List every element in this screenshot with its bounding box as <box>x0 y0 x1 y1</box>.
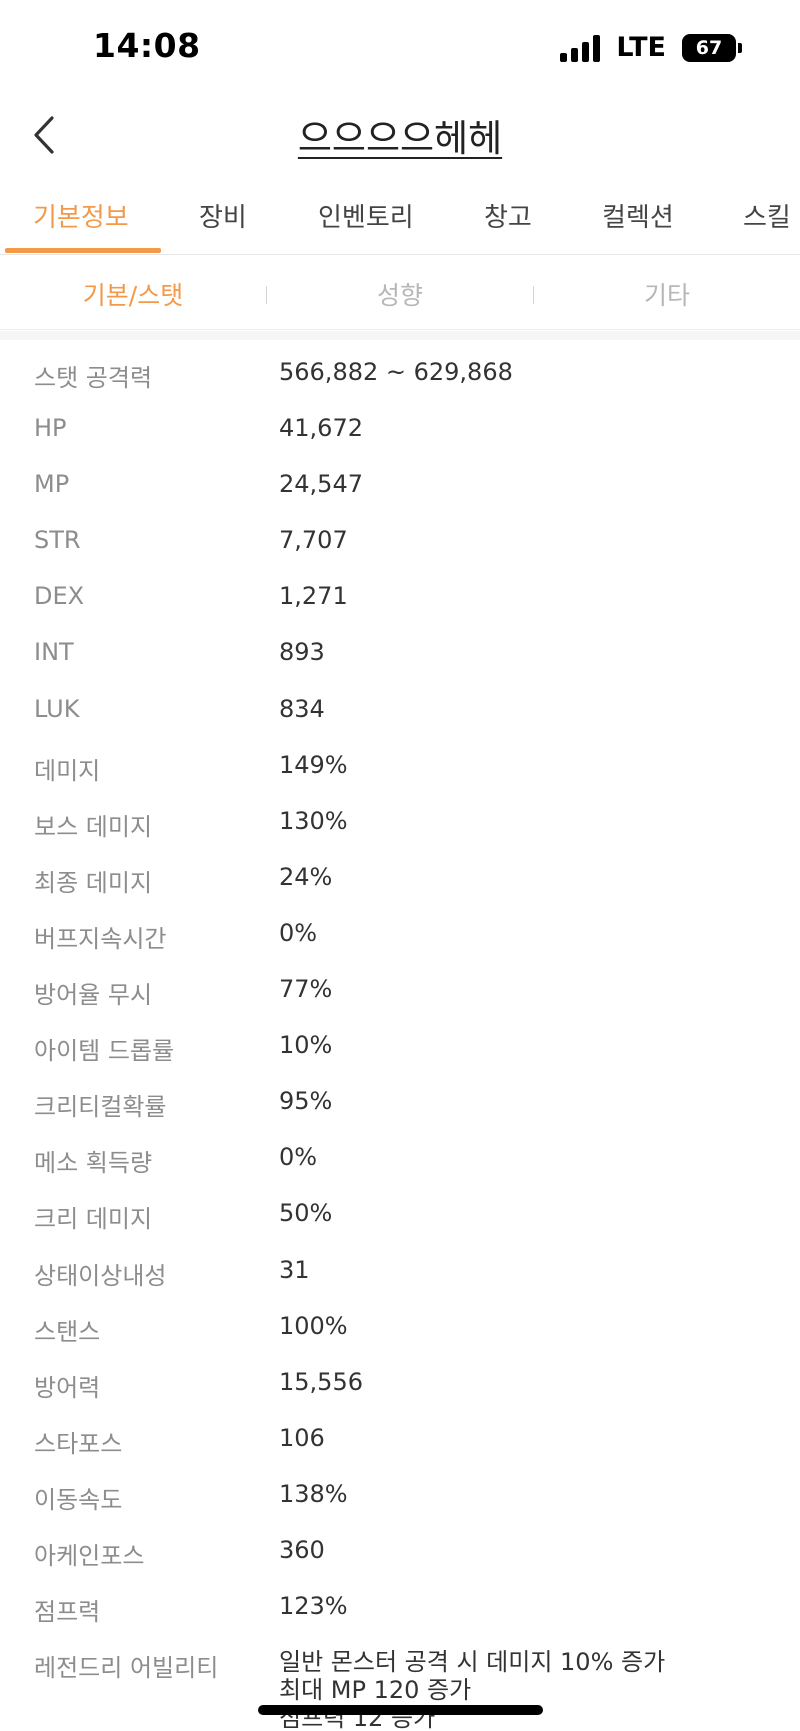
stat-row-ignore-defense: 방어율 무시 77% <box>0 967 800 1023</box>
stat-row-item-drop: 아이템 드롭률 10% <box>0 1023 800 1079</box>
stat-value: 123% <box>279 1592 348 1621</box>
stat-label: INT <box>34 638 74 667</box>
stat-row-attack: 스탯 공격력 566,882 ~ 629,868 <box>0 350 800 406</box>
stat-row-crit-damage: 크리 데미지 50% <box>0 1191 800 1247</box>
stat-label: 방어율 무시 <box>34 981 153 1010</box>
ability-line: 일반 몬스터 공격 시 데미지 10% 증가 <box>279 1648 666 1677</box>
signal-icon <box>560 34 601 62</box>
stat-value: 566,882 ~ 629,868 <box>279 358 513 386</box>
stat-value: 130% <box>279 806 348 835</box>
subtab-etc[interactable]: 기타 <box>534 276 800 312</box>
stat-value: 360 <box>279 1535 325 1564</box>
network-type: LTE <box>616 32 666 63</box>
stat-value: 31 <box>279 1255 310 1284</box>
stat-value: 0% <box>279 918 318 947</box>
battery-icon: 67 <box>682 33 742 62</box>
stat-label: 크리티컬확률 <box>34 1093 167 1122</box>
stat-label: 데미지 <box>34 756 101 785</box>
stat-row-arcane-force: 아케인포스 360 <box>0 1528 800 1584</box>
stat-label: 크리 데미지 <box>34 1205 153 1234</box>
tab-skill[interactable]: 스킬 <box>743 197 791 234</box>
page-title: 으으으으헤헤 <box>0 108 800 162</box>
home-indicator[interactable] <box>258 1705 543 1715</box>
stat-label: 아케인포스 <box>34 1541 145 1570</box>
stat-value: 41,672 <box>279 414 363 443</box>
stat-value: 77% <box>279 975 333 1004</box>
character-name: 으으으으헤헤 <box>297 117 503 160</box>
ability-line: 최대 MP 120 증가 <box>279 1676 472 1705</box>
stat-value: 138% <box>279 1479 348 1508</box>
stat-value: 10% <box>279 1031 333 1060</box>
stat-label: 최종 데미지 <box>34 868 153 897</box>
stat-value: 149% <box>279 750 348 779</box>
stat-label: 스타포스 <box>34 1429 123 1458</box>
stat-value: 7,707 <box>279 526 348 555</box>
stats-list: 스탯 공격력 566,882 ~ 629,868 HP 41,672 MP 24,54… <box>0 350 800 1731</box>
stat-row-buff-duration: 버프지속시간 0% <box>0 911 800 967</box>
stat-label: 상태이상내성 <box>34 1261 167 1290</box>
stat-value: 834 <box>279 694 325 723</box>
stat-row-legendary-ability: 레전드리 어빌리티 일반 몬스터 공격 시 데미지 10% 증가 최대 MP 1… <box>0 1640 800 1731</box>
stat-row-mp: MP 24,547 <box>0 462 800 518</box>
stat-value: 50% <box>279 1199 333 1228</box>
stat-label: 점프력 <box>34 1598 101 1627</box>
section-divider <box>0 331 800 340</box>
stat-label: DEX <box>34 582 85 611</box>
ability-lines: 일반 몬스터 공격 시 데미지 10% 증가 최대 MP 120 증가 점프력 … <box>279 1648 665 1731</box>
stat-row-luk: LUK 834 <box>0 687 800 743</box>
stat-row-str: STR 7,707 <box>0 518 800 574</box>
stat-value: 106 <box>279 1423 325 1452</box>
stat-label: STR <box>34 526 81 555</box>
stat-row-status-resistance: 상태이상내성 31 <box>0 1248 800 1304</box>
stat-label: 이동속도 <box>34 1485 123 1514</box>
stat-row-jump: 점프력 123% <box>0 1584 800 1640</box>
active-tab-indicator <box>5 248 161 253</box>
stat-row-boss-damage: 보스 데미지 130% <box>0 799 800 855</box>
stat-value: 893 <box>279 638 325 667</box>
stat-row-meso-gain: 메소 획득량 0% <box>0 1135 800 1191</box>
sub-tabs: 기본/스탯 성향 기타 <box>0 256 800 330</box>
status-time: 14:08 <box>93 26 201 65</box>
stat-row-final-damage: 최종 데미지 24% <box>0 855 800 911</box>
tab-storage[interactable]: 창고 <box>484 197 532 234</box>
stat-value: 24% <box>279 862 333 891</box>
stat-label: 버프지속시간 <box>34 924 167 953</box>
stat-row-starforce: 스타포스 106 <box>0 1416 800 1472</box>
stat-label: 스탯 공격력 <box>34 364 153 392</box>
tab-equipment[interactable]: 장비 <box>199 197 247 234</box>
stat-label: 스탠스 <box>34 1317 101 1346</box>
stat-label: 보스 데미지 <box>34 812 153 841</box>
stat-value: 1,271 <box>279 582 348 611</box>
main-tabs: 기본정보 장비 인벤토리 창고 컬렉션 스킬 <box>0 185 800 255</box>
stat-row-stance: 스탠스 100% <box>0 1304 800 1360</box>
header: 으으으으헤헤 <box>0 100 800 168</box>
stat-row-speed: 이동속도 138% <box>0 1472 800 1528</box>
tab-basic-info[interactable]: 기본정보 <box>33 197 129 234</box>
stat-row-crit-rate: 크리티컬확률 95% <box>0 1079 800 1135</box>
stat-row-dex: DEX 1,271 <box>0 574 800 630</box>
stat-value: 95% <box>279 1087 333 1116</box>
stat-label: 아이템 드롭률 <box>34 1037 175 1066</box>
stat-row-int: INT 893 <box>0 630 800 686</box>
subtab-basic-stats[interactable]: 기본/스탯 <box>0 276 266 312</box>
tab-collection[interactable]: 컬렉션 <box>602 197 674 234</box>
stat-label: 메소 획득량 <box>34 1149 153 1178</box>
subtab-personality[interactable]: 성향 <box>267 276 533 312</box>
status-indicators: LTE 67 <box>560 32 742 63</box>
stat-label: 레전드리 어빌리티 <box>34 1654 219 1683</box>
stat-value: 0% <box>279 1143 318 1172</box>
stat-label: LUK <box>34 694 80 723</box>
stat-label: MP <box>34 470 70 499</box>
stat-value: 15,556 <box>279 1367 363 1396</box>
tab-inventory[interactable]: 인벤토리 <box>318 197 414 234</box>
stat-row-defense: 방어력 15,556 <box>0 1360 800 1416</box>
stat-label: HP <box>34 414 67 443</box>
status-bar: 14:08 LTE 67 <box>0 0 800 100</box>
stat-row-damage: 데미지 149% <box>0 743 800 799</box>
battery-level: 67 <box>682 33 736 62</box>
stat-label: 방어력 <box>34 1373 101 1402</box>
stat-value: 24,547 <box>279 470 363 499</box>
stat-value: 100% <box>279 1311 348 1340</box>
stat-row-hp: HP 41,672 <box>0 406 800 462</box>
